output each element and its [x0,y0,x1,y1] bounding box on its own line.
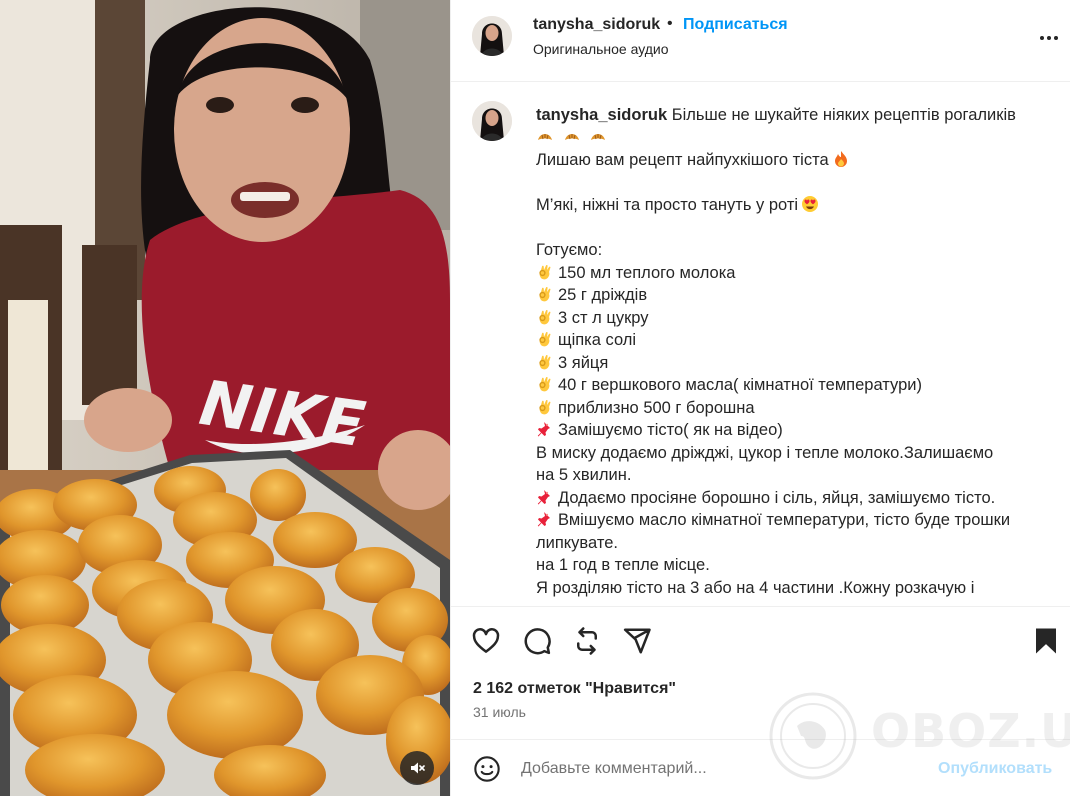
emoji-picker-icon[interactable] [473,755,501,783]
caption-line-text: липкувате. [536,533,618,552]
caption-line: Я розділяю тісто на 3 або на 4 частини .… [536,577,1046,600]
post-date: 31 июль [473,704,526,720]
comment-icon[interactable] [522,626,552,656]
caption-line: приблизно 500 г борошна [536,397,1046,420]
avatar-photo [472,101,512,141]
post-details-panel: tanysha_sidoruk • Подписаться Оригинальн… [450,0,1070,796]
caption-line-text: на 1 год в тепле місце. [536,556,710,574]
comment-input[interactable] [521,757,921,781]
caption-line: 40 г вершкового масла( кімнатної темпера… [536,374,1046,397]
emoji-icon [539,331,551,347]
caption-first-text: Більше не шукайте ніяких рецептів рогали… [671,106,1016,124]
emoji-icon [539,264,551,279]
caption-line-text: 3 ст л цукру [558,308,649,327]
caption-line-text: М’які, ніжні та просто тануть у роті [536,196,799,214]
caption-line-text: Замішуємо тісто( як на відео) [558,421,783,439]
caption-line-text: щіпка солі [558,331,637,349]
publish-button[interactable]: Опубликовать [938,760,1052,778]
caption-line: липкувате. [536,532,1046,555]
mute-button[interactable] [400,751,434,785]
croissant-emoji-icon [538,133,552,140]
emoji-icon [834,151,847,167]
author-username[interactable]: tanysha_sidoruk [533,16,660,34]
more-options-icon[interactable] [1037,26,1061,50]
caption-line: на 5 хвилин. [536,464,1046,487]
caption-line: на 1 год в тепле місце. [536,554,1046,577]
bookmark-icon[interactable] [1031,626,1061,656]
follow-button[interactable]: Подписаться [683,16,788,34]
caption-line: Вмішуємо масло кімнатної температури, ті… [536,509,1046,532]
croissant-emoji-icon [591,133,606,140]
post-header: tanysha_sidoruk • Подписаться Оригинальн… [451,0,1070,82]
caption-line-text: Вмішуємо масло кімнатної температури, ті… [558,511,1011,529]
croissant-emoji-icon [564,133,579,140]
caption-line-text: 150 мл теплого молока [558,263,736,282]
caption-line: 3 ст л цукру [536,307,1046,330]
emoji-icon [537,489,550,504]
post-actions: 2 162 отметок "Нравится" 31 июль [451,606,1070,740]
caption-line-text: Готуємо: [536,241,603,259]
emoji-icon [539,354,551,369]
caption-line: М’які, ніжні та просто тануть у роті [536,194,1046,217]
caption-line: Додаємо просіяне борошно і сіль, яйця, з… [536,487,1046,510]
emoji-icon [539,286,551,302]
repost-icon[interactable] [572,626,602,656]
caption-line: В миску додаємо дріжджі, цукор і тепле м… [536,442,1046,465]
comment-bar: Опубликовать [451,741,1070,796]
emoji-icon [539,309,551,324]
caption-line-text: Лишаю вам рецепт найпухкішого тіста [536,151,829,169]
emoji-icon [537,422,550,437]
caption-line [536,172,1046,195]
emoji-icon [537,512,550,527]
avatar-photo [472,16,512,56]
emoji-icon [802,196,819,212]
caption-line: 3 яйця [536,352,1046,375]
caption-line: 150 мл теплого молока [536,262,1046,285]
caption-author-avatar[interactable] [472,101,512,141]
caption-line-text: Я розділяю тісто на 3 або на 4 частини .… [536,578,975,597]
caption-line [536,217,1046,240]
caption-line-text: 3 яйця [558,353,609,372]
caption-line-text: приблизно 500 г борошна [558,398,755,417]
caption-line-text: 25 г дріждів [558,286,648,304]
caption-area: tanysha_sidoruk Більше не шукайте ніяких… [451,83,1070,605]
croissant-emoji-row [536,127,1046,150]
caption-line-text: 40 г вершкового масла( кімнатної темпера… [558,376,922,394]
heart-icon[interactable] [471,626,501,656]
caption-line: Замішуємо тісто( як на відео) [536,419,1046,442]
share-icon[interactable] [622,626,652,656]
caption-first-line: tanysha_sidoruk Більше не шукайте ніяких… [536,104,1046,127]
caption-line-text: на 5 хвилин. [536,466,632,484]
caption-line: Лишаю вам рецепт найпухкішого тіста [536,149,1046,172]
caption-line: Готуємо: [536,239,1046,262]
post-caption: tanysha_sidoruk Більше не шукайте ніяких… [536,104,1046,599]
caption-line: 25 г дріждів [536,284,1046,307]
likes-count[interactable]: 2 162 отметок "Нравится" [473,680,676,698]
caption-line: щіпка солі [536,329,1046,352]
emoji-icon [539,376,551,392]
caption-username[interactable]: tanysha_sidoruk [536,106,667,124]
separator-dot: • [667,15,673,32]
caption-line-text: В миску додаємо дріжджі, цукор і тепле м… [536,443,994,462]
author-avatar[interactable] [472,16,512,56]
emoji-icon [539,399,551,414]
post-media[interactable]: NIKE [0,0,450,796]
muted-speaker-icon [411,762,425,774]
caption-lines: Лишаю вам рецепт найпухкішого тіста М’які… [536,149,1046,599]
audio-link[interactable]: Оригинальное аудио [533,41,669,57]
post-photo: NIKE [0,0,450,796]
caption-line-text: Додаємо просіяне борошно і сіль, яйця, з… [558,488,996,507]
